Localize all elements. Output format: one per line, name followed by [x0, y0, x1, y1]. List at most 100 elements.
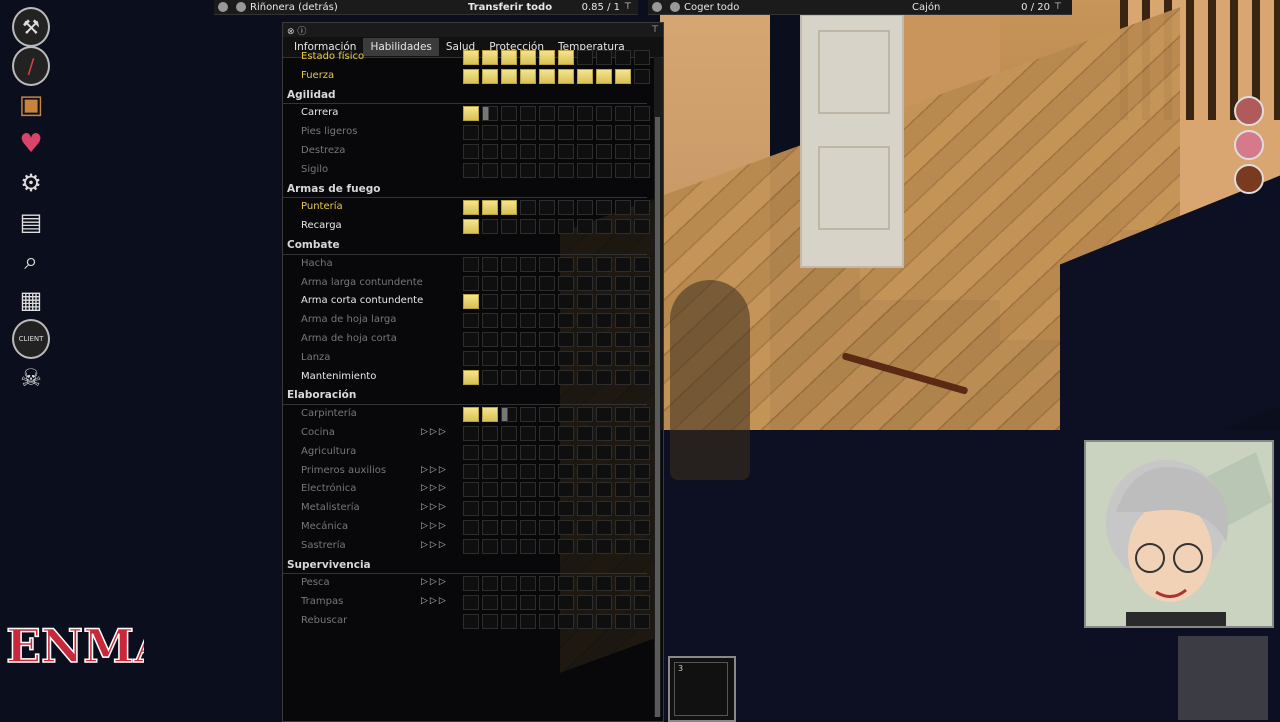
pin-icon[interactable]: ⊤ — [651, 25, 659, 35]
skill-level-box — [463, 538, 479, 554]
skill-level-box — [577, 595, 593, 611]
skill-level-box — [577, 350, 593, 366]
skill-level-box — [634, 275, 650, 291]
skill-label: Sastrería — [301, 539, 346, 551]
skill-level-box — [558, 256, 574, 272]
transfer-all-button[interactable]: Transferir todo — [468, 2, 580, 13]
skill-level-box — [520, 219, 536, 235]
skill-level-box — [615, 425, 631, 441]
skill-level-box — [615, 463, 631, 479]
skill-label: Lanza — [301, 351, 331, 363]
skill-row[interactable]: Arma de hoja corta — [283, 330, 651, 349]
heart-icon[interactable]: ♥ — [12, 127, 50, 161]
status-icon[interactable] — [1234, 130, 1264, 160]
skill-row[interactable]: Arma de hoja larga — [283, 311, 651, 330]
skill-level-box — [558, 613, 574, 629]
skill-level-box — [539, 501, 555, 517]
skill-row[interactable]: Mantenimiento — [283, 368, 651, 387]
stove-icon[interactable]: ▤ — [12, 205, 50, 239]
skill-row[interactable]: Carpintería — [283, 405, 651, 424]
skill-row[interactable]: Destreza — [283, 142, 651, 161]
map-icon[interactable]: ▦ — [12, 283, 50, 317]
skill-row[interactable]: Sigilo — [283, 161, 651, 180]
info-icon[interactable] — [670, 2, 680, 12]
skill-label: Destreza — [301, 144, 346, 156]
skill-row[interactable]: Arma corta contundente — [283, 292, 651, 311]
pin-icon[interactable]: ⊤ — [624, 2, 632, 12]
skill-row[interactable]: Rebuscar — [283, 612, 651, 631]
skill-row[interactable]: Arma larga contundente — [283, 274, 651, 293]
skill-level-box — [615, 200, 631, 216]
skill-row[interactable]: Hacha — [283, 255, 651, 274]
skill-level-bar — [463, 407, 651, 423]
skill-level-bar — [463, 275, 651, 291]
skill-row[interactable]: Pesca ▷▷▷ — [283, 574, 651, 593]
skill-row[interactable]: Agricultura — [283, 443, 651, 462]
door[interactable] — [800, 14, 904, 268]
skill-level-box — [615, 256, 631, 272]
skill-level-box — [482, 482, 498, 498]
info-icon[interactable] — [236, 2, 246, 12]
close-icon[interactable]: ⊗ ⓘ — [287, 24, 306, 37]
skill-level-box — [520, 106, 536, 122]
skill-level-box — [520, 68, 536, 84]
skill-level-box — [596, 576, 612, 592]
door-panel — [818, 146, 890, 230]
hotbar-slot[interactable]: 3 — [674, 662, 728, 716]
skill-level-box — [577, 125, 593, 141]
skill-level-box — [520, 576, 536, 592]
tools-icon[interactable]: ⚙ — [12, 166, 50, 200]
skill-level-box — [615, 294, 631, 310]
xp-boost-icon: ▷▷▷ — [421, 577, 448, 588]
skill-row[interactable]: Trampas ▷▷▷ — [283, 593, 651, 612]
client-icon[interactable]: CLIENT — [12, 319, 50, 359]
skill-row[interactable]: Mecánica ▷▷▷ — [283, 518, 651, 537]
skill-level-box — [577, 106, 593, 122]
skill-row[interactable]: Electrónica ▷▷▷ — [283, 480, 651, 499]
skill-level-box — [558, 369, 574, 385]
skill-row[interactable]: Metalistería ▷▷▷ — [283, 499, 651, 518]
skill-level-box — [482, 369, 498, 385]
knife-icon[interactable]: ∕ — [12, 46, 50, 86]
skill-label: Electrónica — [301, 483, 357, 495]
skill-level-box — [615, 519, 631, 535]
skill-row[interactable]: Puntería — [283, 198, 651, 217]
skill-level-box — [539, 463, 555, 479]
skill-level-box — [596, 200, 612, 216]
skill-level-box — [482, 313, 498, 329]
skill-level-box — [501, 313, 517, 329]
skill-row[interactable]: Sastrería ▷▷▷ — [283, 537, 651, 556]
scrollbar[interactable] — [654, 57, 661, 717]
skill-row[interactable]: Estado físico — [283, 48, 651, 67]
close-icon[interactable] — [218, 2, 228, 12]
skill-row[interactable]: Cocina ▷▷▷ — [283, 424, 651, 443]
skill-level-box — [539, 68, 555, 84]
scrollbar-thumb[interactable] — [655, 117, 660, 717]
box-icon[interactable]: ▣ — [12, 88, 50, 122]
grab-all-button[interactable]: Coger todo — [684, 2, 912, 13]
skill-label: Pesca — [301, 577, 330, 589]
skill-row[interactable]: Primeros auxilios ▷▷▷ — [283, 462, 651, 481]
magnifier-icon[interactable]: ⌕ — [12, 244, 50, 278]
skill-row[interactable]: Pies ligeros — [283, 123, 651, 142]
skill-level-box — [558, 50, 574, 65]
skill-row[interactable]: Lanza — [283, 349, 651, 368]
skill-row[interactable]: Carrera — [283, 104, 651, 123]
container-weight: 0 / 20 — [1021, 1, 1050, 13]
status-icon[interactable] — [1234, 96, 1264, 126]
skill-level-box — [520, 407, 536, 423]
pin-icon[interactable]: ⊤ — [1054, 2, 1062, 12]
status-icon[interactable] — [1234, 164, 1264, 194]
zombie-icon[interactable]: ☠ — [12, 361, 50, 395]
skill-level-box — [615, 331, 631, 347]
container-topbar: Coger todo Cajón 0 / 20 ⊤ — [648, 0, 1072, 15]
skill-level-box — [501, 294, 517, 310]
skill-level-box — [596, 519, 612, 535]
skill-row[interactable]: Recarga — [283, 217, 651, 236]
skill-level-box — [482, 275, 498, 291]
skill-row[interactable]: Fuerza — [283, 67, 651, 86]
skill-level-box — [520, 595, 536, 611]
skill-level-box — [615, 143, 631, 159]
hammer-icon[interactable]: ⚒ — [12, 7, 50, 47]
close-icon[interactable] — [652, 2, 662, 12]
